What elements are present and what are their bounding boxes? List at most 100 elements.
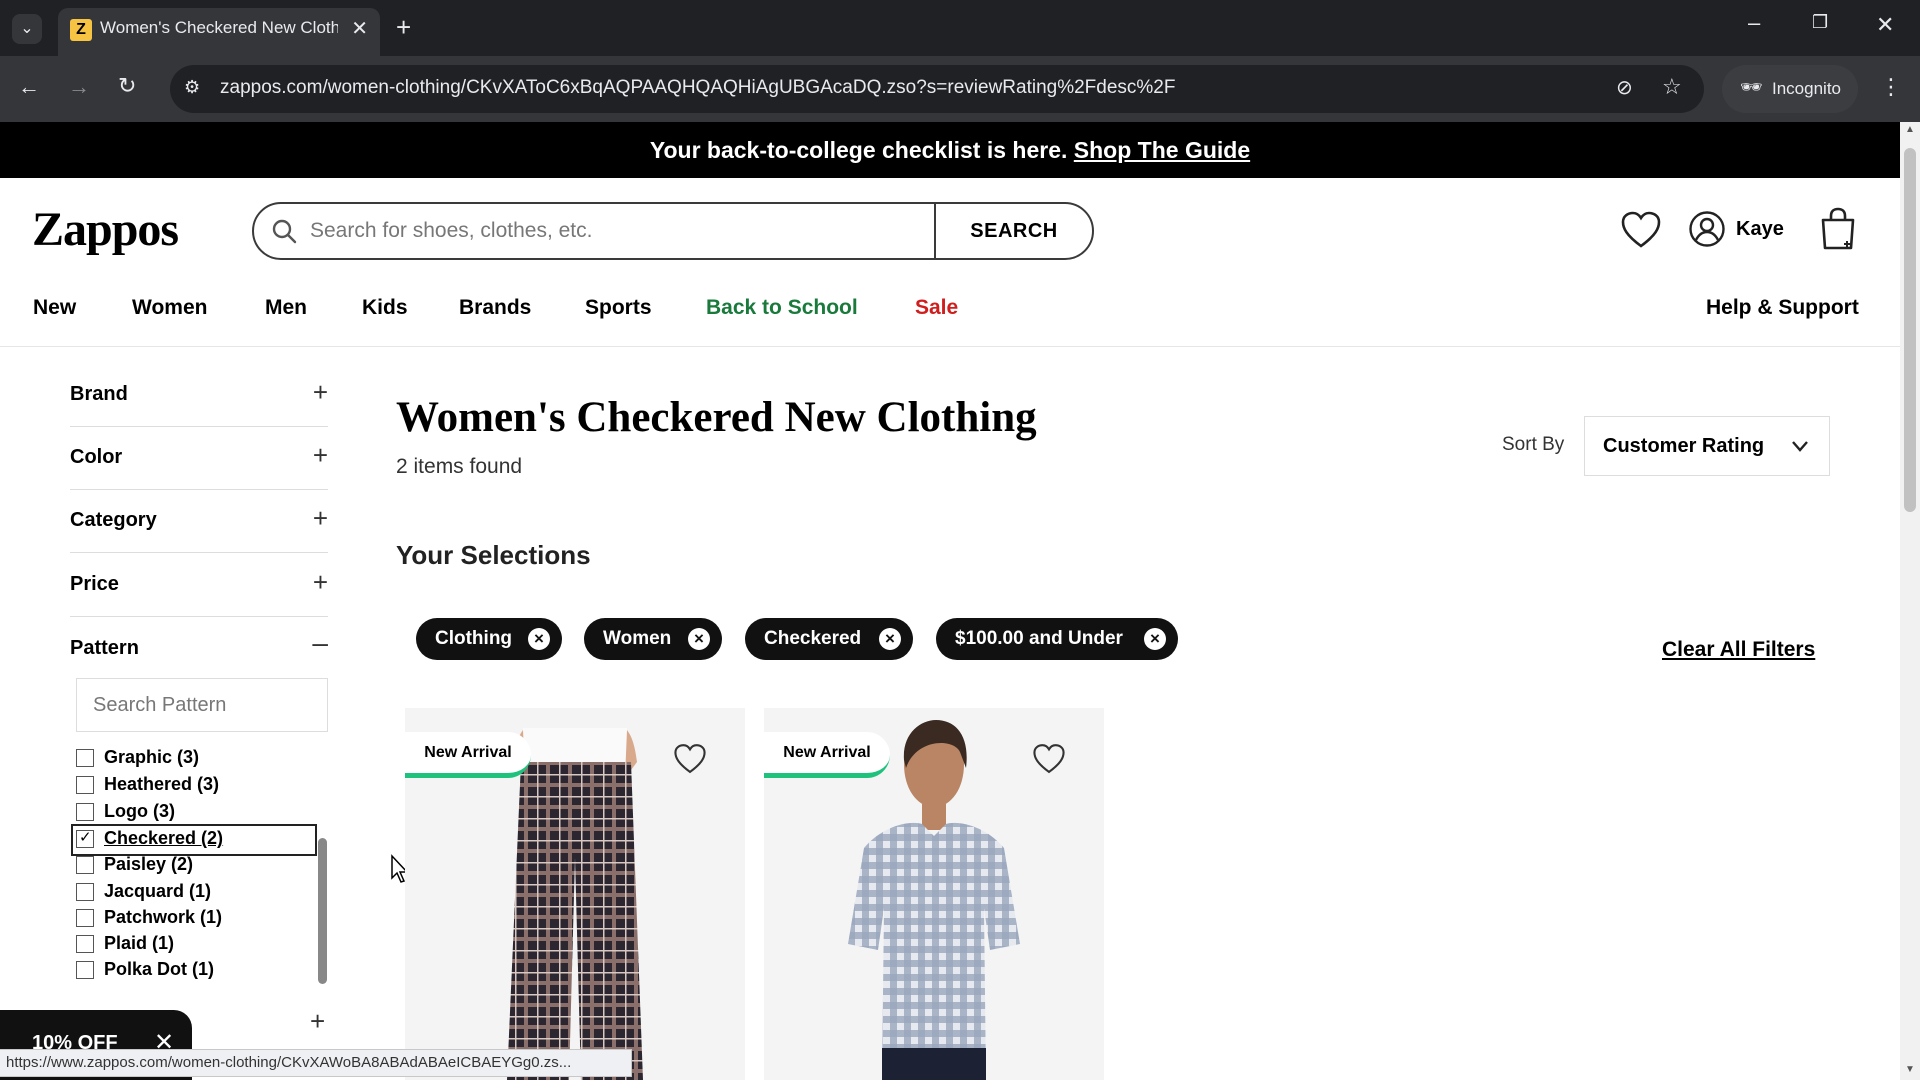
facet-brand[interactable]: Brand + — [70, 365, 328, 427]
incognito-indicator[interactable]: 🕶 Incognito — [1722, 65, 1858, 113]
plus-icon: + — [312, 377, 328, 407]
chip-label: Women — [603, 628, 672, 649]
address-url: zappos.com/women-clothing/CKvXAToC6xBqAQ… — [220, 77, 1176, 98]
item-count: 2 items found — [396, 455, 523, 478]
restore-icon[interactable]: ❐ — [1812, 12, 1828, 33]
close-icon[interactable]: × — [879, 628, 901, 650]
selections-heading: Your Selections — [396, 540, 591, 570]
pattern-list-scrollbar[interactable] — [318, 838, 327, 984]
facet-category[interactable]: Category + — [70, 491, 328, 553]
account-name[interactable]: Kaye — [1736, 218, 1784, 241]
nav-sports[interactable]: Sports — [585, 296, 652, 320]
clear-all-filters-link[interactable]: Clear All Filters — [1662, 638, 1815, 662]
heart-icon[interactable] — [1032, 742, 1066, 776]
sort-dropdown[interactable]: Customer Rating — [1584, 416, 1830, 476]
scroll-up-icon[interactable]: ▲ — [1905, 124, 1915, 135]
browser-toolbar: ← → ↻ ⚙ zappos.com/women-clothing/CKvXAT… — [0, 56, 1920, 122]
checkbox[interactable] — [76, 749, 94, 767]
checkbox[interactable] — [76, 935, 94, 953]
option-label: Graphic (3) — [104, 747, 200, 767]
checkbox[interactable] — [76, 856, 94, 874]
browser-menu-icon[interactable]: ⋮ — [1880, 74, 1902, 100]
tab-search-chevron-icon[interactable]: ⌄ — [12, 14, 42, 44]
facet-color[interactable]: Color + — [70, 428, 328, 490]
zappos-logo[interactable]: Zappos — [32, 202, 179, 257]
nav-sale[interactable]: Sale — [915, 296, 958, 320]
close-icon[interactable]: × — [528, 628, 550, 650]
new-tab-icon[interactable]: + — [396, 12, 411, 43]
search-button[interactable]: SEARCH — [934, 204, 1092, 258]
cart-icon[interactable] — [1818, 206, 1858, 252]
nav-new[interactable]: New — [33, 296, 76, 320]
page-scrollbar-thumb[interactable] — [1904, 148, 1916, 512]
plus-icon[interactable]: + — [310, 1006, 325, 1037]
chip-label: $100.00 and Under — [955, 628, 1123, 649]
sort-by-label: Sort By — [1502, 434, 1565, 455]
sort-value: Customer Rating — [1603, 435, 1765, 457]
promo-link[interactable]: Shop The Guide — [1074, 137, 1250, 163]
facet-pattern[interactable]: Pattern – — [70, 619, 328, 681]
nav-brands[interactable]: Brands — [459, 296, 531, 320]
tab-close-icon[interactable]: ✕ — [351, 16, 368, 41]
option-label: Paisley (2) — [104, 854, 194, 874]
incognito-label: Incognito — [1772, 79, 1841, 98]
close-icon[interactable]: × — [688, 628, 710, 650]
nav-men[interactable]: Men — [265, 296, 307, 320]
incognito-icon: 🕶 — [1740, 77, 1763, 97]
plus-icon: + — [312, 503, 328, 533]
facet-label: Category — [70, 509, 157, 531]
minus-icon: – — [312, 627, 328, 658]
chip-label: Clothing — [435, 628, 513, 649]
header-divider — [0, 346, 1900, 347]
filter-chip-clothing[interactable]: Clothing × — [416, 618, 562, 660]
tab-title: Women's Checkered New Clothing — [100, 18, 338, 37]
forward-icon[interactable]: → — [68, 74, 90, 100]
checkbox[interactable] — [76, 909, 94, 927]
promo-text: Your back-to-college checklist is here. — [649, 137, 1068, 163]
chip-label: Checkered — [764, 628, 862, 649]
facet-label: Color — [70, 446, 123, 468]
address-bar[interactable]: ⚙ zappos.com/women-clothing/CKvXAToC6xBq… — [170, 65, 1704, 113]
window-close-icon[interactable]: ✕ — [1876, 12, 1894, 38]
new-arrival-badge: New Arrival — [764, 732, 890, 778]
option-label: Polka Dot (1) — [104, 959, 215, 979]
link-status-bar: https://www.zappos.com/women-clothing/CK… — [0, 1049, 632, 1077]
site-info-icon[interactable]: ⚙ — [184, 77, 200, 98]
chevron-down-icon — [1792, 441, 1808, 452]
account-icon[interactable] — [1688, 210, 1726, 248]
reload-icon[interactable]: ↻ — [118, 73, 136, 99]
minimize-icon[interactable]: – — [1748, 10, 1760, 36]
back-icon[interactable]: ← — [18, 74, 40, 100]
product-card[interactable]: New Arrival — [764, 708, 1104, 1080]
scroll-down-icon[interactable]: ▼ — [1905, 1064, 1915, 1075]
checkbox[interactable] — [76, 883, 94, 901]
facet-price[interactable]: Price + — [70, 555, 328, 617]
facet-label: Pattern — [70, 637, 139, 659]
search-input[interactable] — [310, 204, 970, 258]
browser-tab-bar: ⌄ Z Women's Checkered New Clothing ✕ + –… — [0, 0, 1920, 56]
page-title: Women's Checkered New Clothing — [396, 394, 1037, 441]
product-card[interactable]: New Arrival — [405, 708, 745, 1080]
plus-icon: + — [312, 567, 328, 597]
browser-tab[interactable]: Z Women's Checkered New Clothing ✕ — [58, 8, 380, 56]
close-icon[interactable]: × — [1144, 628, 1166, 650]
nav-women[interactable]: Women — [132, 296, 207, 320]
heart-icon[interactable] — [1620, 210, 1662, 250]
eye-off-icon[interactable]: ⊘ — [1616, 75, 1633, 100]
option-label: Jacquard (1) — [104, 881, 212, 901]
checkbox[interactable] — [76, 776, 94, 794]
facet-label: Brand — [70, 383, 128, 405]
heart-icon[interactable] — [673, 742, 707, 776]
filter-chip-women[interactable]: Women × — [584, 618, 722, 660]
checkbox[interactable] — [76, 961, 94, 979]
nav-back-to-school[interactable]: Back to School — [706, 296, 858, 320]
checkbox[interactable] — [76, 803, 94, 821]
checkbox-checked[interactable] — [76, 828, 94, 848]
bookmark-star-icon[interactable]: ☆ — [1662, 74, 1682, 100]
filter-chip-price[interactable]: $100.00 and Under × — [936, 618, 1178, 660]
pattern-search-input[interactable] — [76, 678, 328, 732]
filter-chip-checkered[interactable]: Checkered × — [745, 618, 913, 660]
nav-kids[interactable]: Kids — [362, 296, 408, 320]
nav-help-support[interactable]: Help & Support — [1706, 296, 1859, 320]
option-label: Logo (3) — [104, 801, 175, 821]
